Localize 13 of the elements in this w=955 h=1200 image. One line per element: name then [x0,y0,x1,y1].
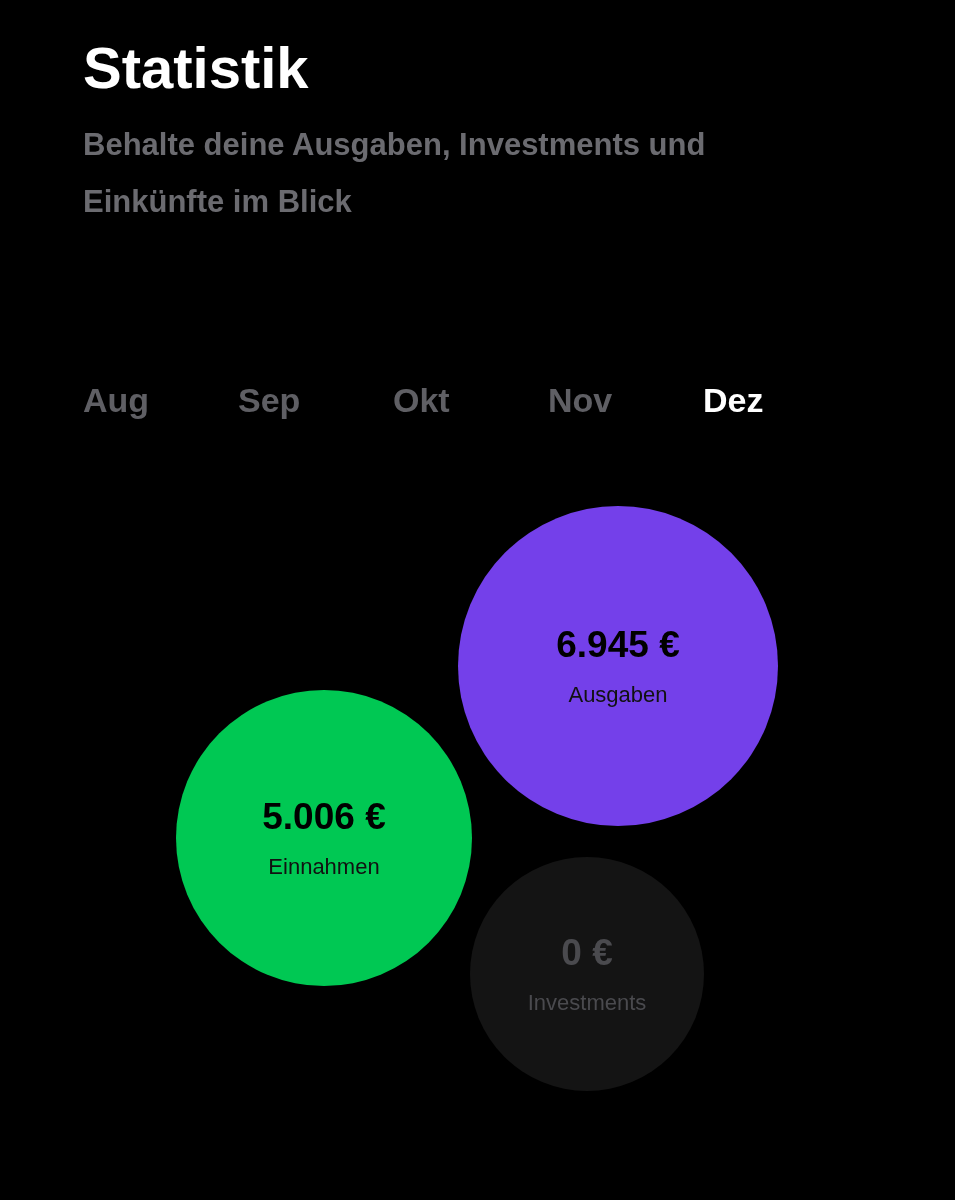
month-tab[interactable]: Sep [238,380,393,420]
month-tab[interactable]: Dez [703,380,858,420]
amount-label: Ausgaben [568,681,668,709]
amount-value: 5.006 € [262,795,386,839]
amount-label: Einnahmen [268,853,380,881]
page-subtitle: Behalte deine Ausgaben, Investments und Einkünfte im Blick [83,126,707,221]
amount-value: 0 € [561,931,613,975]
page-title: Statistik [83,34,310,102]
amount-label: Investments [527,989,647,1017]
month-tab[interactable]: Nov [548,380,703,420]
amount-value: 6.945 € [556,623,680,667]
month-tab[interactable]: Okt [393,380,548,420]
month-tab[interactable]: Aug [83,380,238,420]
